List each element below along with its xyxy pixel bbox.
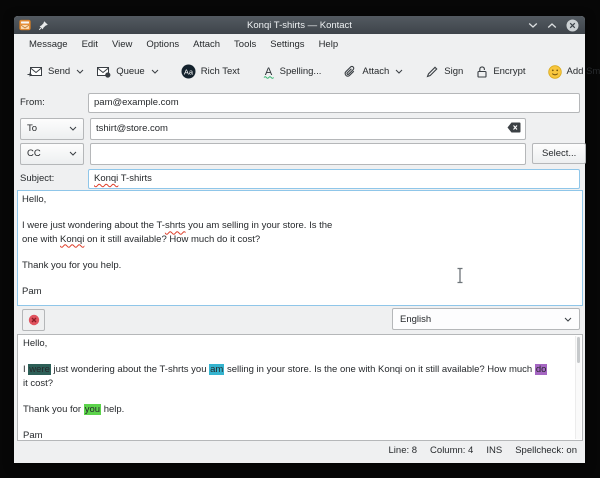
- add-smiley-button[interactable]: Add Smiley: [542, 60, 600, 84]
- language-dropdown[interactable]: English: [392, 308, 580, 330]
- body-line: Hello,: [22, 193, 578, 206]
- kontact-composer-window: Konqi T-shirts — Kontact: [14, 16, 585, 463]
- toolbar: Send Queue Aa: [14, 55, 585, 88]
- pin-icon[interactable]: [38, 20, 49, 31]
- clear-field-icon[interactable]: [507, 122, 521, 133]
- spelling-button[interactable]: A Spelling...: [256, 60, 328, 84]
- window-title: Konqi T-shirts — Kontact: [14, 20, 585, 31]
- rich-text-button[interactable]: Aa Rich Text: [175, 59, 246, 84]
- attach-button[interactable]: Attach: [337, 60, 409, 84]
- grammar-line: Hello,: [23, 337, 577, 350]
- status-column: Column: 4: [430, 445, 473, 456]
- scrollbar[interactable]: [575, 336, 581, 439]
- grammar-issue-highlight[interactable]: you: [84, 404, 101, 415]
- grammar-line: it cost?: [23, 377, 577, 390]
- send-button[interactable]: Send: [21, 60, 90, 83]
- body-line: one with Konqi on it still available? Ho…: [22, 233, 578, 246]
- body-line: Thank you for you help.: [22, 259, 578, 272]
- status-line: Line: 8: [389, 445, 418, 456]
- body-line: I were just wondering about the T-shrts …: [22, 219, 578, 232]
- cc-input[interactable]: [90, 143, 526, 165]
- body-line: Pam: [22, 285, 578, 298]
- message-body-editor[interactable]: Hello, I were just wondering about the T…: [17, 190, 583, 306]
- minimize-icon[interactable]: [528, 22, 538, 29]
- kontact-app-icon: [19, 19, 31, 31]
- encrypt-button[interactable]: Encrypt: [469, 60, 531, 84]
- maximize-icon[interactable]: [547, 22, 557, 29]
- encrypt-icon: [475, 65, 488, 79]
- chevron-down-icon: [76, 69, 84, 74]
- send-icon: [27, 65, 43, 78]
- status-spellcheck: Spellcheck: on: [515, 445, 577, 456]
- menu-help[interactable]: Help: [312, 36, 346, 53]
- chevron-down-icon: [69, 151, 77, 156]
- svg-text:Aa: Aa: [184, 67, 194, 76]
- grammar-line: Thank you for you help.: [23, 403, 577, 416]
- grammar-toolbar: English: [14, 305, 585, 332]
- select-recipients-button[interactable]: Select...: [532, 143, 586, 164]
- sign-icon: [425, 65, 439, 79]
- misspelled-word: shrts: [165, 220, 186, 231]
- close-grammar-check-button[interactable]: [22, 309, 45, 331]
- menu-attach[interactable]: Attach: [186, 36, 227, 53]
- from-label: From:: [20, 97, 88, 108]
- grammar-result-panel: Hello, I were just wondering about the T…: [17, 334, 583, 441]
- close-red-icon: [28, 314, 40, 326]
- subject-input[interactable]: Konqi T-shirts: [88, 169, 580, 189]
- scrollbar-thumb[interactable]: [577, 337, 580, 363]
- mouse-cursor-ibeam: [455, 267, 465, 284]
- chevron-down-icon: [151, 69, 159, 74]
- menu-view[interactable]: View: [105, 36, 139, 53]
- from-input[interactable]: pam@example.com: [88, 93, 580, 113]
- to-row: To tshirt@store.com: [20, 118, 580, 139]
- grammar-line: I were just wondering about the T-shrts …: [23, 363, 577, 376]
- cc-type-dropdown[interactable]: CC: [20, 143, 84, 165]
- menu-bar: Message Edit View Options Attach Tools S…: [14, 34, 585, 55]
- cc-row: CC Select...: [20, 143, 580, 164]
- to-input[interactable]: tshirt@store.com: [90, 118, 526, 140]
- chevron-down-icon: [395, 69, 403, 74]
- subject-row: Subject: Konqi T-shirts: [20, 169, 580, 188]
- subject-label: Subject:: [20, 173, 88, 184]
- close-button[interactable]: [566, 19, 579, 32]
- spelling-icon: A: [262, 65, 275, 79]
- status-bar: Line: 8 Column: 4 INS Spellcheck: on: [14, 437, 585, 463]
- menu-tools[interactable]: Tools: [227, 36, 263, 53]
- status-insert-mode: INS: [486, 445, 502, 456]
- misspelled-word: Konqi: [60, 234, 84, 245]
- menu-options[interactable]: Options: [139, 36, 186, 53]
- misspelled-word: Konqi: [94, 173, 118, 184]
- svg-text:A: A: [264, 66, 272, 78]
- queue-icon: [96, 65, 111, 78]
- menu-message[interactable]: Message: [22, 36, 75, 53]
- from-row: From: pam@example.com: [20, 93, 580, 112]
- titlebar[interactable]: Konqi T-shirts — Kontact: [14, 16, 585, 34]
- sign-button[interactable]: Sign: [419, 60, 469, 84]
- grammar-issue-highlight[interactable]: do: [535, 364, 548, 375]
- grammar-issue-highlight[interactable]: were: [28, 364, 51, 375]
- menu-settings[interactable]: Settings: [263, 36, 311, 53]
- rich-text-icon: Aa: [181, 64, 196, 79]
- queue-button[interactable]: Queue: [90, 60, 165, 83]
- attach-icon: [343, 65, 357, 79]
- chevron-down-icon: [564, 317, 572, 322]
- to-type-dropdown[interactable]: To: [20, 118, 84, 140]
- grammar-issue-highlight[interactable]: am: [209, 364, 224, 375]
- menu-edit[interactable]: Edit: [75, 36, 105, 53]
- chevron-down-icon: [69, 126, 77, 131]
- smiley-icon: [548, 65, 562, 79]
